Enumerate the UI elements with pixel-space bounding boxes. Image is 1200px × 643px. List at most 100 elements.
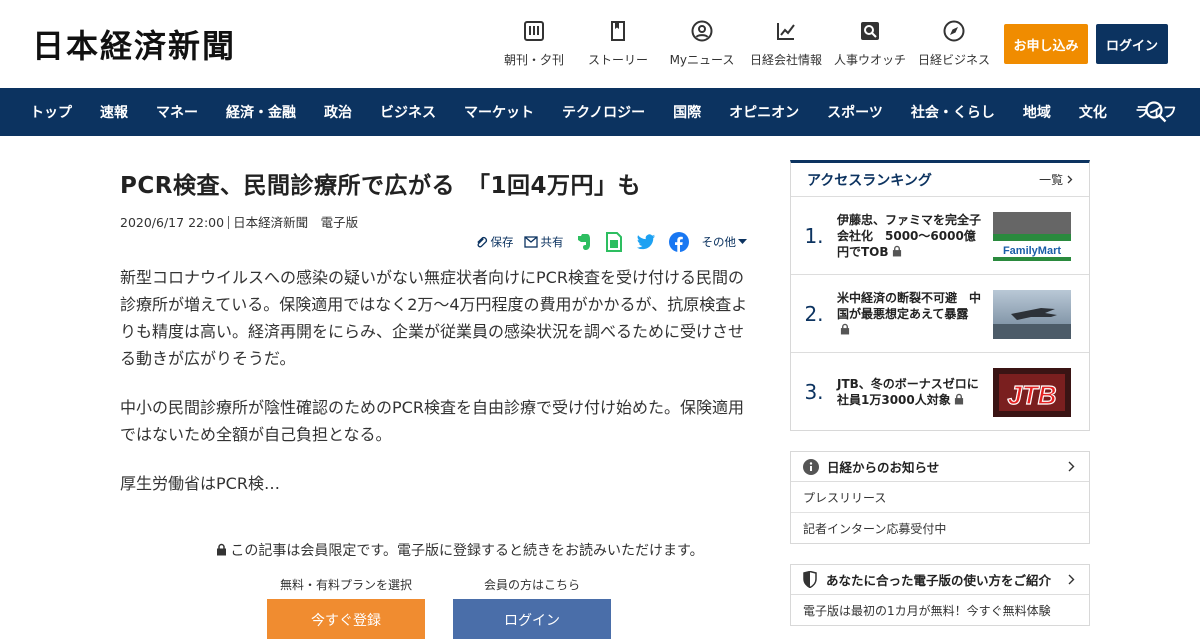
lock-icon bbox=[840, 323, 850, 334]
ranking-text: 伊藤忠、ファミマを完全子会社化 5000～6000億円でTOB bbox=[837, 212, 987, 260]
notices-header[interactable]: 日経からのお知らせ bbox=[791, 452, 1089, 482]
bookmark-button[interactable] bbox=[605, 232, 626, 252]
search-icon[interactable] bbox=[1144, 100, 1168, 124]
twitter-button[interactable] bbox=[636, 233, 659, 251]
gnav-breaking[interactable]: 速報 bbox=[86, 102, 142, 122]
gnav-money[interactable]: マネー bbox=[142, 102, 212, 122]
article-title: PCR検査、民間診療所で広がる 「1回4万円」も bbox=[120, 173, 641, 199]
ranking-item[interactable]: 3. JTB、冬のボーナスゼロに 社員1万3000人対象 JTB bbox=[791, 353, 1089, 430]
article-body: 新型コロナウイルスへの感染の疑いがない無症状者向けにPCR検査を受け付ける民間の… bbox=[120, 264, 750, 519]
nav-label: 日経会社情報 bbox=[749, 53, 822, 67]
nikkei-logo[interactable]: 日本経済新聞 bbox=[32, 24, 236, 65]
lock-icon bbox=[954, 393, 963, 404]
ranking-thumbnail-jet bbox=[993, 290, 1071, 339]
article-date: 2020/6/17 22:00 bbox=[120, 215, 225, 230]
meta-divider bbox=[228, 216, 230, 229]
site-header: 日本経済新聞 朝刊・夕刊 ストーリー Myニュース 日経会社情報 人事ウオッチ … bbox=[0, 0, 1200, 88]
thumb-familymart-text: FamilyMart bbox=[1003, 245, 1061, 257]
ranking-text: JTB、冬のボーナスゼロに 社員1万3000人対象 bbox=[837, 376, 991, 408]
ranking-more-label: 一覧 bbox=[1039, 173, 1064, 187]
user-icon bbox=[691, 20, 713, 42]
nav-personnel-watch[interactable]: 人事ウオッチ bbox=[828, 20, 912, 68]
nikkei-notices: 日経からのお知らせ プレスリリース 記者インターン応募受付中 bbox=[790, 451, 1090, 544]
chevron-right-icon bbox=[1068, 574, 1075, 585]
ranking-title: アクセスランキング bbox=[807, 172, 932, 189]
article: PCR検査、民間診療所で広がる 「1回4万円」も 2020/6/17 22:00… bbox=[120, 160, 750, 639]
ranking-number: 2. bbox=[804, 301, 824, 326]
ranking-item[interactable]: 2. 米中経済の断裂不可避 中国が最悪想定あえて暴露 bbox=[791, 275, 1089, 353]
share-button[interactable]: 共有 bbox=[523, 234, 564, 250]
nav-label: 朝刊・夕刊 bbox=[503, 53, 564, 67]
guide-title: あなたに合った電子版の使い方をご紹介 bbox=[826, 573, 1052, 588]
evernote-button[interactable] bbox=[574, 233, 595, 251]
gnav-politics[interactable]: 政治 bbox=[310, 102, 366, 122]
member-login-button[interactable]: ログイン bbox=[453, 599, 611, 639]
nav-company-info[interactable]: 日経会社情報 bbox=[744, 20, 828, 68]
gnav-top[interactable]: トップ bbox=[0, 102, 86, 122]
chevron-down-icon bbox=[738, 239, 747, 244]
ranking-headline: 伊藤忠、ファミマを完全子会社化 5000～6000億円でTOB bbox=[837, 212, 982, 259]
login-button[interactable]: ログイン bbox=[1096, 24, 1168, 64]
notice-item[interactable]: 記者インターン応募受付中 bbox=[791, 513, 1089, 543]
bookmark-doc-icon bbox=[611, 21, 625, 41]
paywall-note-text: この記事は会員限定です。電子版に登録すると続きをお読みいただけます。 bbox=[230, 543, 704, 559]
ranking-headline: 米中経済の断裂不可避 中国が最悪想定あえて暴露 bbox=[837, 290, 982, 321]
other-share-button[interactable]: その他 bbox=[702, 234, 751, 250]
apply-button[interactable]: お申し込み bbox=[1004, 24, 1088, 64]
register-caption: 無料・有料プランを選択 bbox=[279, 578, 412, 592]
ranking-thumbnail-jtb: JTB bbox=[993, 368, 1071, 417]
header-nav: 朝刊・夕刊 ストーリー Myニュース 日経会社情報 人事ウオッチ 日経ビジネス bbox=[492, 20, 996, 68]
doc-bookmark-icon bbox=[605, 232, 622, 252]
nav-my-news[interactable]: Myニュース bbox=[660, 20, 744, 68]
ranking-number: 3. bbox=[804, 379, 824, 404]
article-source: 日本経済新聞 電子版 bbox=[233, 215, 359, 230]
evernote-icon bbox=[577, 234, 590, 250]
nav-label: 人事ウオッチ bbox=[833, 53, 906, 67]
thumb-jtb-text: JTB bbox=[1007, 380, 1056, 410]
save-button[interactable]: 保存 bbox=[475, 234, 514, 250]
gnav-market[interactable]: マーケット bbox=[450, 102, 548, 122]
nav-label: 日経ビジネス bbox=[917, 53, 990, 67]
gnav-society[interactable]: 社会・くらし bbox=[897, 102, 1009, 122]
gnav-culture[interactable]: 文化 bbox=[1065, 102, 1121, 122]
guide-header[interactable]: あなたに合った電子版の使い方をご紹介 bbox=[791, 565, 1089, 595]
guide-box: あなたに合った電子版の使い方をご紹介 電子版は最初の1カ月が無料！今すぐ無料体験 bbox=[790, 564, 1090, 626]
share-bar: 保存 共有 その他 bbox=[465, 232, 751, 252]
ranking-number: 1. bbox=[804, 223, 824, 248]
compass-icon bbox=[943, 20, 965, 42]
save-label: 保存 bbox=[490, 235, 514, 249]
gnav-business[interactable]: ビジネス bbox=[366, 102, 450, 122]
gnav-region[interactable]: 地域 bbox=[1009, 102, 1065, 122]
info-icon bbox=[803, 458, 819, 475]
guide-item[interactable]: 電子版は最初の1カ月が無料！今すぐ無料体験 bbox=[791, 595, 1089, 625]
facebook-button[interactable] bbox=[668, 232, 692, 252]
chevron-right-icon bbox=[1067, 175, 1073, 184]
register-button[interactable]: 今すぐ登録 bbox=[267, 599, 425, 639]
gnav-technology[interactable]: テクノロジー bbox=[548, 102, 659, 122]
gnav-international[interactable]: 国際 bbox=[659, 102, 715, 122]
gnav-opinion[interactable]: オピニオン bbox=[715, 102, 813, 122]
newspaper-icon bbox=[524, 21, 544, 41]
nav-nikkei-business[interactable]: 日経ビジネス bbox=[912, 20, 996, 68]
gnav-economy-finance[interactable]: 経済・金融 bbox=[212, 102, 310, 122]
ranking-thumbnail-familymart: FamilyMart bbox=[993, 212, 1071, 261]
nav-story[interactable]: ストーリー bbox=[576, 20, 660, 68]
shield-half-icon bbox=[803, 571, 817, 588]
gnav-sports[interactable]: スポーツ bbox=[813, 102, 897, 122]
ranking-more-link[interactable]: 一覧 bbox=[1039, 171, 1073, 188]
nav-morning-evening-edition[interactable]: 朝刊・夕刊 bbox=[492, 20, 576, 68]
global-nav: トップ 速報 マネー 経済・金融 政治 ビジネス マーケット テクノロジー 国際… bbox=[0, 88, 1200, 136]
share-label: 共有 bbox=[540, 235, 564, 249]
notices-title: 日経からのお知らせ bbox=[827, 460, 940, 475]
member-login-caption: 会員の方はこちら bbox=[483, 578, 580, 592]
ranking-item[interactable]: 1. 伊藤忠、ファミマを完全子会社化 5000～6000億円でTOB Famil… bbox=[791, 197, 1089, 275]
notice-item[interactable]: プレスリリース bbox=[791, 482, 1089, 513]
ranking-headline: JTB、冬のボーナスゼロに 社員1万3000人対象 bbox=[837, 376, 991, 407]
facebook-icon bbox=[668, 232, 689, 252]
ranking-text: 米中経済の断裂不可避 中国が最悪想定あえて暴露 bbox=[837, 290, 987, 338]
person-search-icon bbox=[861, 22, 879, 40]
article-paragraph: 中小の民間診療所が陰性確認のためのPCR検査を自由診療で受け付け始めた。保険適用… bbox=[120, 398, 744, 444]
article-paragraph: 新型コロナウイルスへの感染の疑いがない無症状者向けにPCR検査を受け付ける民間の… bbox=[120, 268, 748, 368]
paywall-note: この記事は会員限定です。電子版に登録すると続きをお読みいただけます。 bbox=[120, 540, 800, 560]
chevron-right-icon bbox=[1068, 461, 1075, 472]
